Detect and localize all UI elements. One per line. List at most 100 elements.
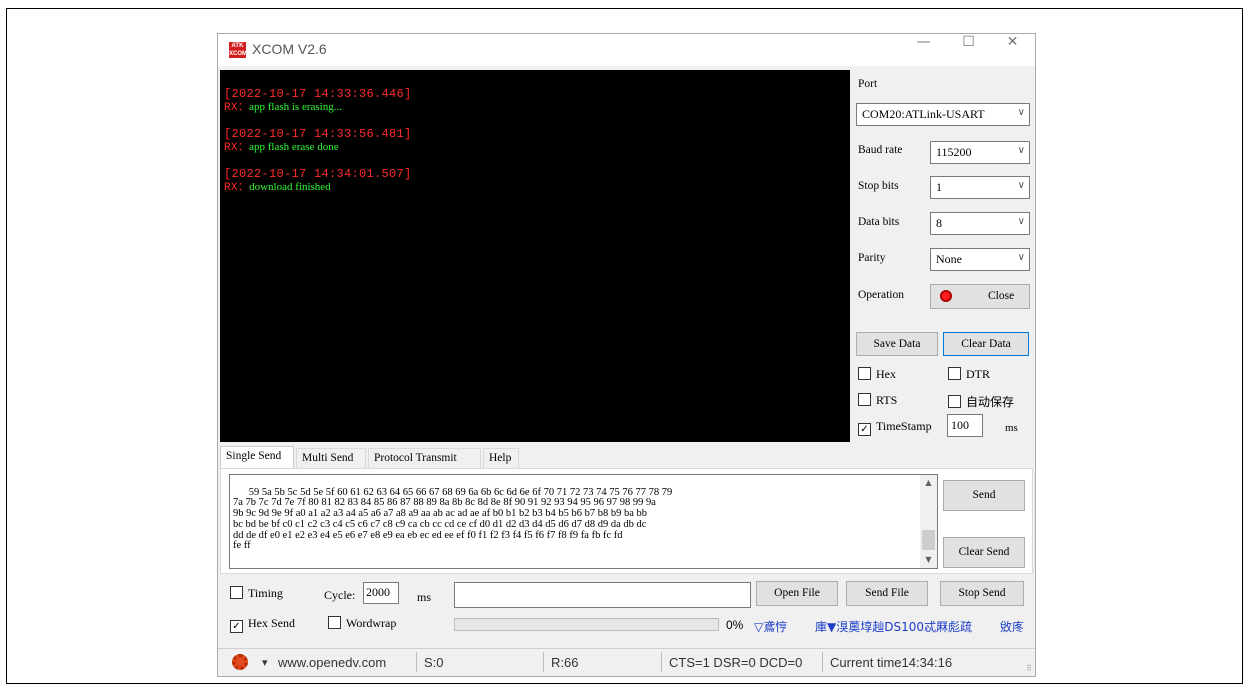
link-1[interactable]: ▽鳶悙 — [754, 618, 787, 635]
checkbox-box — [948, 367, 961, 380]
link-2[interactable]: 庫▼湨薁埻赸DS100忒厤彪疏 — [815, 618, 972, 635]
chevron-down-icon: ∨ — [1017, 107, 1025, 118]
open-close-port-button[interactable]: Close — [930, 284, 1030, 309]
settings-panel: Port COM20:ATLink-USART ∨ Baud rate 1152… — [854, 70, 1034, 442]
send-progress-bar — [454, 618, 719, 631]
chevron-down-icon: ∨ — [1017, 180, 1025, 191]
operation-button-label: Close — [988, 290, 1015, 302]
operation-label: Operation — [858, 289, 904, 301]
autosave-checkbox[interactable]: 自动保存 — [948, 393, 1014, 410]
timing-checkbox[interactable]: Timing — [230, 586, 283, 601]
data-bits-value: 8 — [936, 216, 942, 230]
file-path-input[interactable] — [454, 582, 751, 608]
parity-select[interactable]: None ∨ — [930, 248, 1030, 271]
send-scrollbar[interactable]: ▲ ▼ — [920, 475, 937, 568]
maximize-button[interactable]: ☐ — [946, 34, 991, 66]
port-value: COM20:ATLink-USART — [862, 107, 985, 121]
timestamp-label: TimeStamp — [876, 419, 932, 433]
current-time: Current time14:34:16 — [830, 655, 953, 670]
clear-data-button[interactable]: Clear Data — [943, 332, 1029, 356]
terminal-entry: [2022-10-17 14:33:56.481] RX：app flash e… — [224, 128, 850, 155]
checkbox-box — [230, 586, 243, 599]
link-3[interactable]: 敓庝 — [1000, 618, 1024, 635]
rx-prefix: RX： — [224, 182, 250, 194]
stop-bits-select[interactable]: 1 ∨ — [930, 176, 1030, 199]
hex-display-checkbox[interactable]: Hex — [858, 367, 896, 382]
checkbox-box — [858, 367, 871, 380]
baud-rate-label: Baud rate — [858, 144, 903, 156]
open-file-button[interactable]: Open File — [756, 581, 838, 606]
cycle-label: Cycle: — [324, 588, 356, 602]
cycle-input[interactable]: 2000 — [363, 582, 399, 604]
website-link[interactable]: www.openedv.com — [278, 655, 386, 670]
terminal-entry: [2022-10-17 14:34:01.507] RX：download fi… — [224, 168, 850, 195]
check-icon: ✓ — [858, 423, 871, 436]
baud-rate-select[interactable]: 115200 ∨ — [930, 141, 1030, 164]
stop-send-button[interactable]: Stop Send — [940, 581, 1024, 606]
entry-timestamp: [2022-10-17 14:33:36.446] — [224, 87, 412, 101]
scroll-thumb[interactable] — [922, 530, 935, 550]
checkbox-box — [858, 393, 871, 406]
wordwrap-checkbox[interactable]: Wordwrap — [328, 616, 396, 631]
xcom-logo-icon: ATK XCOM — [229, 42, 247, 58]
status-separator — [416, 652, 417, 672]
data-bits-label: Data bits — [858, 216, 900, 228]
clear-send-button[interactable]: Clear Send — [943, 537, 1025, 568]
dtr-label: DTR — [966, 367, 990, 381]
line-status: CTS=1 DSR=0 DCD=0 — [669, 655, 803, 670]
chevron-down-icon: ∨ — [1017, 252, 1025, 263]
baud-rate-value: 115200 — [936, 145, 972, 159]
tab-protocol-transmit[interactable]: Protocol Transmit — [368, 448, 481, 468]
timestamp-unit: ms — [1005, 422, 1018, 434]
status-separator — [661, 652, 662, 672]
chevron-down-icon: ∨ — [1017, 145, 1025, 156]
tab-help[interactable]: Help — [483, 448, 519, 468]
status-bar: ▾ www.openedv.com S:0 R:66 CTS=1 DSR=0 D… — [218, 648, 1035, 676]
status-separator — [822, 652, 823, 672]
data-bits-select[interactable]: 8 ∨ — [930, 212, 1030, 235]
send-file-button[interactable]: Send File — [846, 581, 928, 606]
timestamp-interval-input[interactable]: 100 — [947, 414, 983, 437]
checkbox-box — [948, 395, 961, 408]
minimize-button[interactable]: — — [901, 34, 946, 66]
rts-label: RTS — [876, 393, 898, 407]
close-window-button[interactable]: ✕ — [990, 34, 1035, 66]
tab-multi-send[interactable]: Multi Send — [296, 448, 366, 468]
parity-label: Parity — [858, 252, 886, 264]
tab-single-send[interactable]: Single Send — [220, 446, 294, 469]
hex-send-label: Hex Send — [248, 616, 295, 630]
rx-prefix: RX： — [224, 102, 250, 114]
send-text: 59 5a 5b 5c 5d 5e 5f 60 61 62 63 64 65 6… — [233, 486, 673, 552]
status-separator — [543, 652, 544, 672]
send-textarea[interactable]: 59 5a 5b 5c 5d 5e 5f 60 61 62 63 64 65 6… — [229, 474, 938, 569]
rx-text: app flash is erasing... — [249, 101, 342, 113]
receive-terminal[interactable]: [2022-10-17 14:33:36.446] RX：app flash i… — [220, 70, 850, 442]
hex-send-checkbox[interactable]: ✓ Hex Send — [230, 616, 295, 633]
checkbox-box — [328, 616, 341, 629]
title-bar: ATK XCOM XCOM V2.6 — ☐ ✕ — [218, 34, 1035, 66]
timing-label: Timing — [248, 586, 283, 600]
xcom-window: ATK XCOM XCOM V2.6 — ☐ ✕ [2022-10-17 14:3… — [217, 33, 1036, 677]
save-data-button[interactable]: Save Data — [856, 332, 938, 356]
rts-checkbox[interactable]: RTS — [858, 393, 897, 408]
stop-bits-value: 1 — [936, 180, 942, 194]
resize-grip-icon[interactable]: ⠿ — [1026, 664, 1032, 673]
status-led-icon — [940, 290, 952, 302]
cycle-unit: ms — [417, 590, 432, 604]
scroll-down-icon[interactable]: ▼ — [920, 552, 937, 568]
entry-timestamp: [2022-10-17 14:33:56.481] — [224, 127, 412, 141]
port-select[interactable]: COM20:ATLink-USART ∨ — [856, 103, 1030, 126]
rx-text: download finished — [249, 181, 331, 193]
received-count: R:66 — [551, 655, 579, 670]
check-icon: ✓ — [230, 620, 243, 633]
port-label: Port — [858, 78, 878, 90]
gear-icon[interactable] — [232, 654, 248, 670]
send-button[interactable]: Send — [943, 480, 1025, 511]
dtr-checkbox[interactable]: DTR — [948, 367, 990, 382]
rx-prefix: RX： — [224, 142, 250, 154]
dropdown-icon[interactable]: ▾ — [262, 656, 268, 669]
autosave-label: 自动保存 — [966, 395, 1015, 409]
scroll-up-icon[interactable]: ▲ — [920, 475, 937, 491]
sent-count: S:0 — [424, 655, 444, 670]
timestamp-checkbox[interactable]: ✓ TimeStamp — [858, 419, 932, 436]
